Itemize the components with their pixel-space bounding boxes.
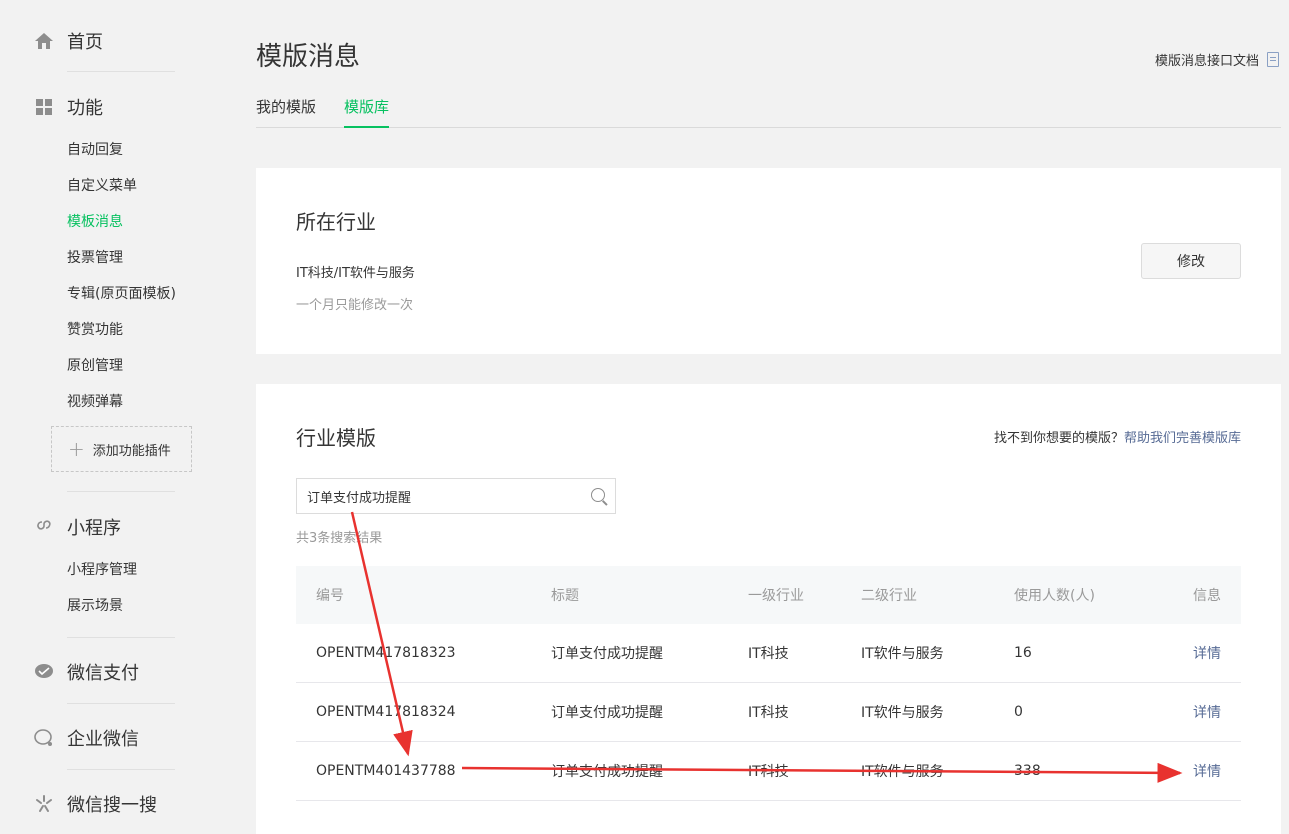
template-users: 338 — [1014, 763, 1041, 779]
template-users: 16 — [1014, 645, 1032, 661]
tab-my-templates[interactable]: 我的模版 — [256, 96, 316, 128]
divider — [67, 637, 175, 638]
industry-note: 一个月只能修改一次 — [296, 298, 414, 313]
templates-card: 行业模版 找不到你想要的模版？帮助我们完善模版库 共3条搜索结果 编号 标题 一… — [256, 384, 1281, 834]
add-plugin-label: 添加功能插件 — [92, 443, 171, 459]
home-icon — [34, 31, 54, 51]
sidebar-item-auto-reply[interactable]: 自动回复 — [67, 139, 123, 159]
industry-title: 所在行业 — [296, 210, 376, 234]
tab-template-library[interactable]: 模版库 — [344, 96, 390, 128]
table-row: OPENTM417818323 订单支付成功提醒 IT科技 IT软件与服务 16… — [296, 624, 1241, 683]
nav-features-label: 功能 — [67, 98, 103, 119]
search-input[interactable] — [307, 488, 577, 504]
template-id: OPENTM417818323 — [316, 645, 456, 661]
search-icon[interactable] — [591, 488, 605, 502]
sidebar-item-miniprogram-manage[interactable]: 小程序管理 — [67, 559, 137, 579]
nav-miniprogram[interactable]: 小程序 — [34, 514, 121, 540]
sidebar-item-original[interactable]: 原创管理 — [67, 355, 123, 375]
nav-wechat-search[interactable]: 微信搜一搜 — [34, 791, 157, 817]
templates-table: 编号 标题 一级行业 二级行业 使用人数(人) 信息 OPENTM4178183… — [296, 566, 1241, 801]
search-box — [296, 478, 616, 514]
result-count: 共3条搜索结果 — [296, 531, 383, 546]
divider — [67, 703, 175, 704]
column-header: 信息 — [1193, 588, 1221, 604]
sidebar-item-display-scene[interactable]: 展示场景 — [67, 595, 123, 615]
table-header: 编号 标题 一级行业 二级行业 使用人数(人) 信息 — [296, 566, 1241, 624]
template-industry1: IT科技 — [748, 764, 789, 780]
industry-card: 所在行业 IT科技/IT软件与服务 一个月只能修改一次 修改 — [256, 168, 1281, 354]
nav-wechat-pay-label: 微信支付 — [67, 663, 139, 684]
template-industry1: IT科技 — [748, 705, 789, 721]
divider — [67, 491, 175, 492]
sidebar-item-vote[interactable]: 投票管理 — [67, 247, 123, 267]
template-industry2: IT软件与服务 — [861, 764, 944, 780]
doc-link[interactable]: 模版消息接口文档 — [1155, 50, 1279, 69]
template-title: 订单支付成功提醒 — [551, 705, 663, 721]
tab-bar: 我的模版 模版库 — [256, 96, 1281, 128]
nav-work-wechat[interactable]: 企业微信 — [34, 725, 139, 751]
template-industry1: IT科技 — [748, 646, 789, 662]
work-wechat-icon — [34, 728, 54, 748]
column-header: 一级行业 — [748, 588, 804, 604]
divider — [67, 769, 175, 770]
column-header: 标题 — [551, 588, 579, 604]
column-header: 编号 — [316, 588, 344, 604]
table-row: OPENTM401437788 订单支付成功提醒 IT科技 IT软件与服务 33… — [296, 742, 1241, 801]
detail-link[interactable]: 详情 — [1193, 742, 1221, 800]
nav-work-wechat-label: 企业微信 — [67, 729, 139, 750]
sidebar-item-reward[interactable]: 赞赏功能 — [67, 319, 123, 339]
doc-link-label: 模版消息接口文档 — [1154, 54, 1259, 69]
modify-button[interactable]: 修改 — [1141, 243, 1241, 279]
template-industry2: IT软件与服务 — [861, 646, 944, 662]
plus-icon: + — [68, 437, 85, 461]
sidebar-item-custom-menu[interactable]: 自定义菜单 — [67, 175, 137, 195]
column-header: 二级行业 — [861, 588, 917, 604]
document-icon — [1267, 52, 1279, 67]
grid-icon — [34, 97, 54, 117]
column-header: 使用人数(人) — [1014, 588, 1095, 604]
template-users: 0 — [1014, 704, 1023, 720]
table-row: OPENTM417818324 订单支付成功提醒 IT科技 IT软件与服务 0 … — [296, 683, 1241, 742]
page-title: 模版消息 — [256, 42, 361, 72]
miniprogram-icon — [34, 517, 54, 537]
sidebar-item-video-danmaku[interactable]: 视频弹幕 — [67, 391, 123, 411]
nav-wechat-pay[interactable]: 微信支付 — [34, 659, 139, 685]
wechat-pay-icon — [34, 662, 54, 682]
help-line: 找不到你想要的模版？帮助我们完善模版库 — [994, 427, 1241, 446]
detail-link[interactable]: 详情 — [1193, 683, 1221, 741]
nav-miniprogram-label: 小程序 — [67, 518, 121, 539]
divider — [67, 71, 175, 72]
help-link[interactable]: 帮助我们完善模版库 — [1124, 431, 1241, 446]
sidebar: 首页 功能 自动回复 自定义菜单 模板消息 投票管理 专辑(原页面模板) 赞赏功… — [0, 0, 220, 834]
detail-link[interactable]: 详情 — [1193, 624, 1221, 682]
template-title: 订单支付成功提醒 — [551, 764, 663, 780]
add-plugin-button[interactable]: + 添加功能插件 — [51, 426, 192, 472]
template-id: OPENTM417818324 — [316, 704, 456, 720]
wechat-search-icon — [34, 794, 54, 814]
nav-features[interactable]: 功能 — [34, 94, 103, 120]
industry-value: IT科技/IT软件与服务 — [296, 266, 415, 281]
sidebar-item-album[interactable]: 专辑(原页面模板) — [67, 283, 176, 303]
sidebar-item-template-message[interactable]: 模板消息 — [67, 211, 123, 231]
template-id: OPENTM401437788 — [316, 763, 456, 779]
template-title: 订单支付成功提醒 — [551, 646, 663, 662]
help-prefix: 找不到你想要的模版？ — [993, 431, 1124, 446]
nav-home[interactable]: 首页 — [34, 28, 103, 54]
templates-title: 行业模版 — [296, 426, 376, 450]
nav-home-label: 首页 — [67, 32, 103, 53]
template-industry2: IT软件与服务 — [861, 705, 944, 721]
nav-wechat-search-label: 微信搜一搜 — [67, 795, 157, 816]
